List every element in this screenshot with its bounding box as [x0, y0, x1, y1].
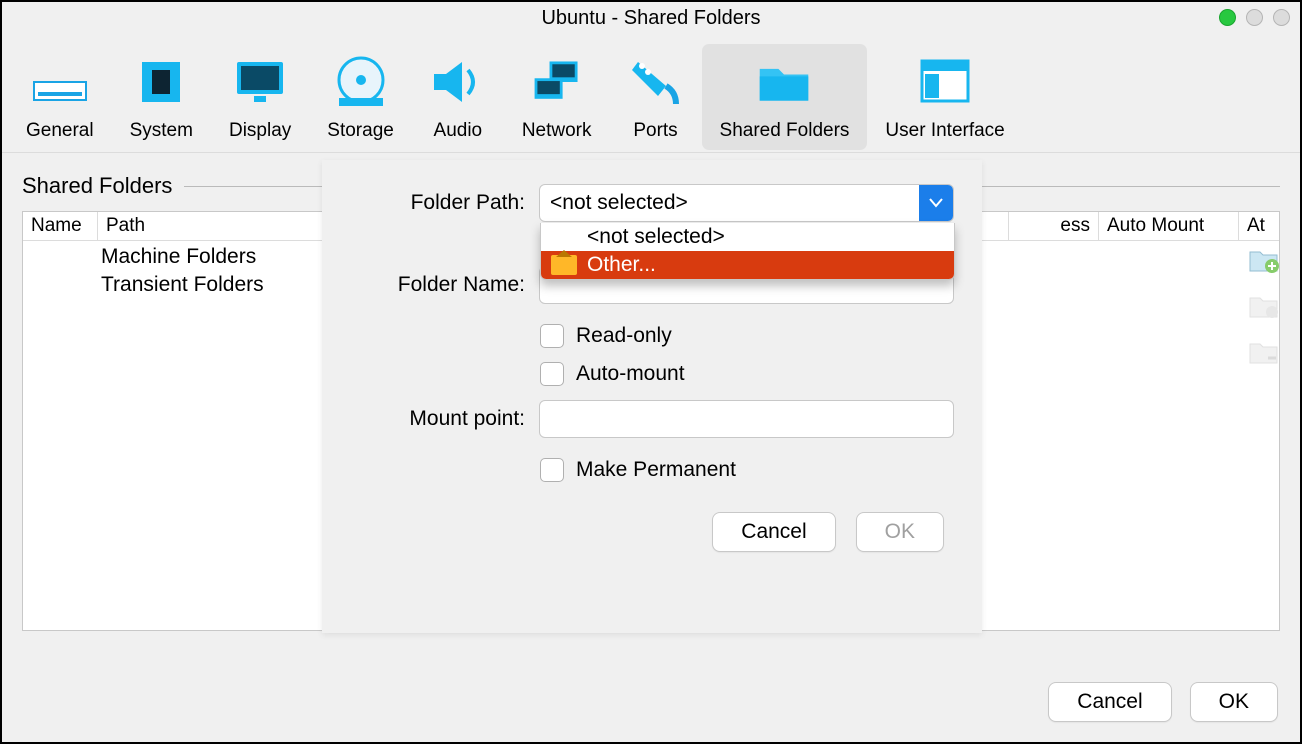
add-share-dialog: Folder Path: <not selected> <not selecte… — [322, 160, 982, 633]
audio-icon — [430, 54, 486, 110]
side-actions — [1248, 246, 1280, 366]
col-at[interactable]: At — [1239, 212, 1279, 240]
dialog-cancel-button[interactable]: Cancel — [712, 512, 835, 552]
folder-path-dropdown: <not selected> Other... — [540, 223, 955, 280]
home-folder-icon — [551, 255, 577, 275]
maximize-light-icon[interactable] — [1246, 9, 1263, 26]
tab-general[interactable]: General — [8, 44, 112, 150]
edit-share-button — [1248, 292, 1280, 320]
readonly-label: Read-only — [576, 324, 672, 348]
mountpoint-row: Mount point: — [350, 400, 954, 438]
display-icon — [232, 54, 288, 110]
col-name[interactable]: Name — [23, 212, 98, 240]
main-ok-button[interactable]: OK — [1190, 682, 1278, 722]
settings-toolbar: General System Display Storage Audio Net… — [2, 36, 1300, 153]
automount-label: Auto-mount — [576, 362, 685, 386]
tab-ports[interactable]: Ports — [610, 44, 702, 150]
main-cancel-button[interactable]: Cancel — [1048, 682, 1171, 722]
tab-label: Ports — [633, 120, 677, 142]
tab-label: Network — [522, 120, 592, 142]
readonly-checkbox[interactable] — [540, 324, 564, 348]
titlebar: Ubuntu - Shared Folders — [2, 2, 1300, 36]
tab-display[interactable]: Display — [211, 44, 309, 150]
automount-row[interactable]: Auto-mount — [540, 362, 954, 386]
tab-storage[interactable]: Storage — [309, 44, 412, 150]
chevron-down-icon[interactable] — [919, 185, 953, 221]
storage-icon — [333, 54, 389, 110]
window-controls — [1219, 9, 1290, 26]
folder-path-value: <not selected> — [540, 191, 919, 215]
network-icon — [529, 54, 585, 110]
tab-label: Audio — [434, 120, 483, 142]
window-title: Ubuntu - Shared Folders — [541, 7, 760, 30]
ports-icon — [628, 54, 684, 110]
tab-label: General — [26, 120, 94, 142]
mountpoint-input[interactable] — [539, 400, 954, 438]
main-buttons: Cancel OK — [1048, 682, 1278, 722]
col-access[interactable]: ess — [1009, 212, 1099, 240]
dropdown-option-not-selected[interactable]: <not selected> — [541, 223, 954, 251]
minimize-light-icon[interactable] — [1219, 9, 1236, 26]
permanent-label: Make Permanent — [576, 458, 736, 482]
user-interface-icon — [917, 54, 973, 110]
tab-label: Display — [229, 120, 291, 142]
add-share-button[interactable] — [1248, 246, 1280, 274]
readonly-row[interactable]: Read-only — [540, 324, 954, 348]
tab-shared-folders[interactable]: Shared Folders — [702, 44, 868, 150]
tab-label: Shared Folders — [720, 120, 850, 142]
permanent-checkbox[interactable] — [540, 458, 564, 482]
folder-path-combo[interactable]: <not selected> <not selected> Other... — [539, 184, 954, 222]
tab-audio[interactable]: Audio — [412, 44, 504, 150]
section-title: Shared Folders — [22, 173, 172, 199]
dialog-buttons: Cancel OK — [350, 512, 954, 552]
general-icon — [32, 54, 88, 110]
tab-system[interactable]: System — [112, 44, 211, 150]
tab-label: System — [130, 120, 193, 142]
folder-name-label: Folder Name: — [350, 273, 525, 297]
tab-label: Storage — [327, 120, 394, 142]
remove-share-button — [1248, 338, 1280, 366]
tab-network[interactable]: Network — [504, 44, 610, 150]
folder-path-row: Folder Path: <not selected> <not selecte… — [350, 184, 954, 222]
automount-checkbox[interactable] — [540, 362, 564, 386]
mountpoint-label: Mount point: — [350, 407, 525, 431]
folder-path-label: Folder Path: — [350, 191, 525, 215]
close-light-icon[interactable] — [1273, 9, 1290, 26]
system-icon — [133, 54, 189, 110]
tab-label: User Interface — [885, 120, 1004, 142]
tab-user-interface[interactable]: User Interface — [867, 44, 1022, 150]
permanent-row[interactable]: Make Permanent — [540, 458, 954, 482]
col-auto-mount[interactable]: Auto Mount — [1099, 212, 1239, 240]
dropdown-option-other[interactable]: Other... — [541, 251, 954, 279]
shared-folders-icon — [756, 54, 812, 110]
dialog-ok-button[interactable]: OK — [856, 512, 944, 552]
